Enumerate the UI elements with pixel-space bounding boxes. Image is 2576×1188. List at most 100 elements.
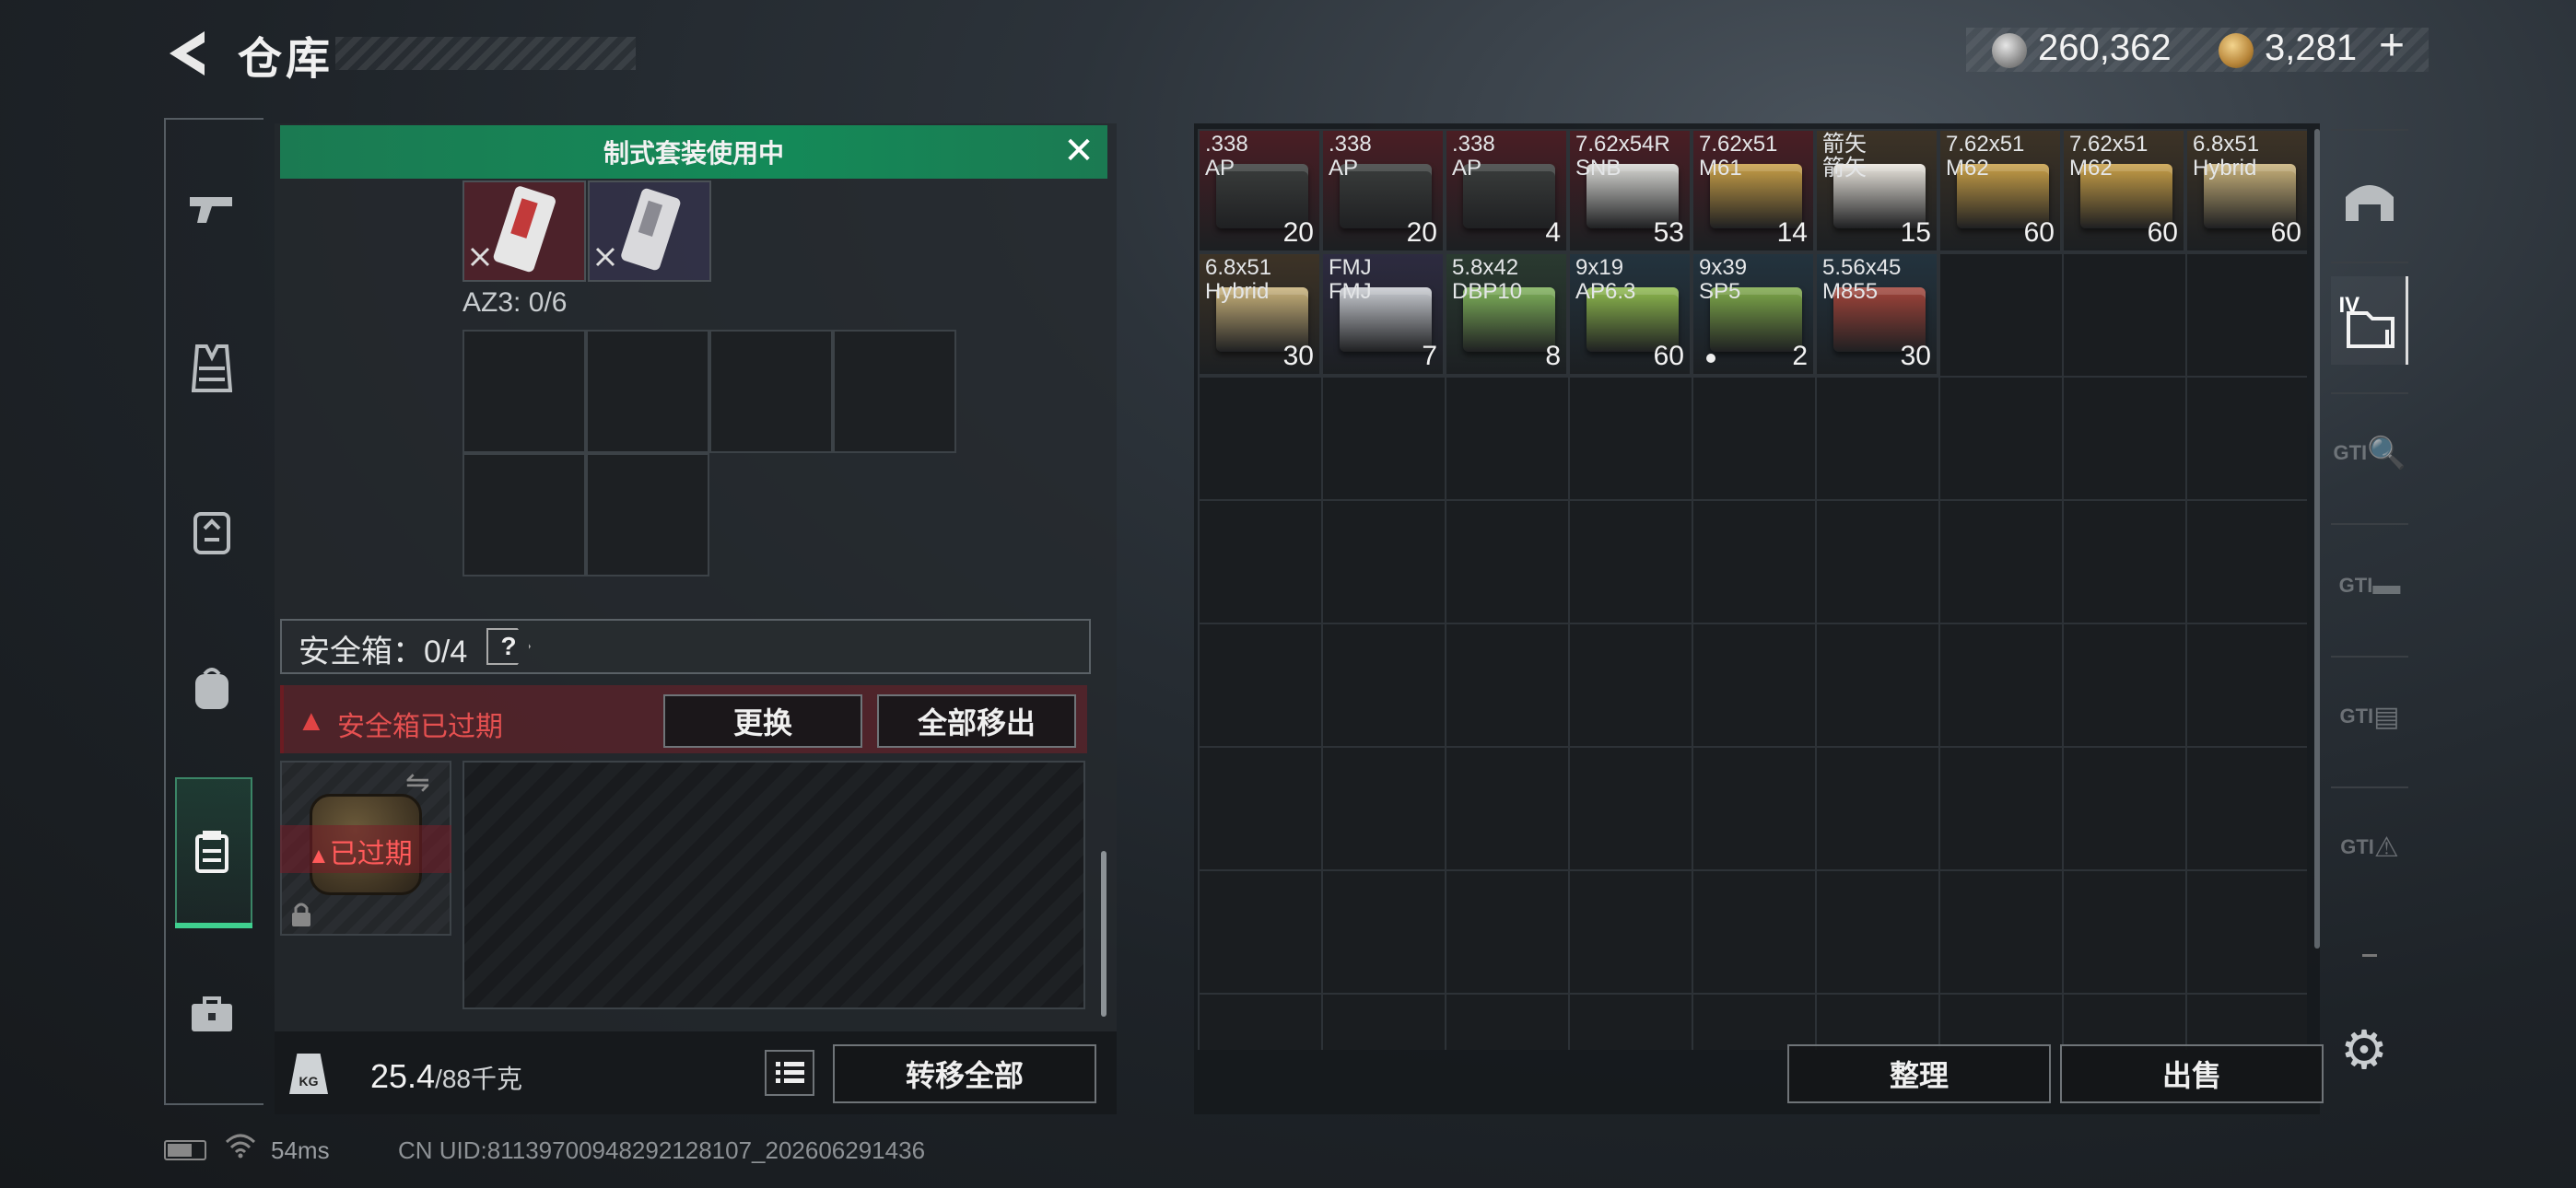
- stash-item-name: .338 AP: [1205, 132, 1248, 181]
- safe-box-grid: [463, 761, 1085, 1009]
- right-nav-tab-iv-active[interactable]: IV: [2331, 276, 2408, 365]
- transfer-all-button[interactable]: 转移全部: [833, 1044, 1096, 1103]
- sell-button[interactable]: 出售: [2060, 1044, 2324, 1103]
- toolbox-icon[interactable]: [184, 987, 240, 1042]
- right-nav-divider: [2331, 262, 2408, 263]
- shelter-icon[interactable]: [2331, 155, 2408, 243]
- loadout-scrollbar[interactable]: [1101, 851, 1107, 1017]
- stash-item-quantity: 14: [1776, 217, 1808, 248]
- right-nav-tab-gti-4[interactable]: GTI ⚠: [2331, 803, 2408, 891]
- vest-icon[interactable]: [184, 341, 240, 396]
- az3-slot[interactable]: [463, 453, 586, 577]
- equipped-item-slot[interactable]: [588, 181, 711, 282]
- stash-item-quantity: 7: [1422, 341, 1437, 371]
- close-icon[interactable]: ✕: [1060, 133, 1098, 171]
- right-nav-tab-gti-1[interactable]: GTI 🔍: [2331, 409, 2408, 497]
- gold-currency-amount: 3,281: [2265, 28, 2358, 68]
- gold-coin-icon: [2219, 33, 2254, 68]
- armor-icon[interactable]: [184, 505, 240, 560]
- currency-bar: [1966, 28, 2429, 72]
- stash-item-quantity: 53: [1653, 217, 1684, 248]
- equipped-item-slot[interactable]: [463, 181, 586, 282]
- stash-item-name: 7.62x51 M62: [2069, 132, 2149, 181]
- stash-item[interactable]: 5.8x42 DBP10 8: [1445, 252, 1568, 376]
- stash-item[interactable]: 箭矢 箭矢 15: [1815, 129, 1938, 252]
- stash-item-quantity: 30: [1282, 341, 1314, 371]
- pistol-icon[interactable]: [184, 181, 240, 236]
- right-nav-divider: [2331, 129, 2408, 131]
- collapse-handle[interactable]: [2362, 954, 2377, 957]
- gear-icon[interactable]: ⚙: [2340, 1019, 2388, 1081]
- stash-item-name: 7.62x51 M62: [1946, 132, 2025, 181]
- stash-item[interactable]: 6.8x51 Hybrid 30: [1198, 252, 1321, 376]
- stash-item[interactable]: 9x19 AP6.3 60: [1568, 252, 1692, 376]
- safe-box-label: 安全箱：0/4: [299, 635, 468, 670]
- add-currency-button[interactable]: +: [2379, 20, 2405, 71]
- stash-item[interactable]: 6.8x51 Hybrid 60: [2185, 129, 2307, 252]
- safe-box-expired-text: 安全箱已过期: [337, 712, 503, 742]
- carry-weight: 25.4/88千克: [370, 1057, 522, 1096]
- battery-icon: [164, 1140, 206, 1160]
- az3-slot[interactable]: [586, 330, 709, 453]
- list-icon[interactable]: [765, 1050, 814, 1096]
- safe-case-icon[interactable]: [184, 825, 240, 880]
- lock-icon: [289, 901, 313, 935]
- ammo-pouch-icon: [470, 186, 556, 273]
- silver-currency-amount: 260,362: [2038, 28, 2172, 68]
- stash-item-quantity: 20: [1406, 217, 1437, 248]
- stash-item-name: 6.8x51 Hybrid: [2193, 132, 2260, 181]
- stash-item-name: FMJ FMJ: [1329, 255, 1372, 304]
- stash-item[interactable]: FMJ FMJ 7: [1321, 252, 1445, 376]
- sort-button[interactable]: 整理: [1787, 1044, 2051, 1103]
- carry-weight-current: 25.4: [370, 1057, 436, 1095]
- stash-item-name: .338 AP: [1329, 132, 1372, 181]
- weapon-search-icon: 🔍: [2367, 436, 2406, 471]
- stash-item-name: .338 AP: [1452, 132, 1495, 181]
- stash-item-quantity: 60: [2270, 217, 2301, 248]
- stash-grid: .338 AP 20 .338 AP 20 .338 AP 4 7.62x54R SNB 53…: [1198, 129, 2307, 1050]
- az3-slot[interactable]: [833, 330, 956, 453]
- page-title: 仓库: [238, 35, 334, 84]
- warning-icon: ▲: [297, 704, 326, 737]
- stash-item-name: 9x19 AP6.3: [1575, 255, 1636, 304]
- rifle-icon: ▬: [2372, 570, 2401, 600]
- marked-dot-icon: [1706, 354, 1715, 363]
- backpack-icon[interactable]: [184, 661, 240, 716]
- stash-item[interactable]: 7.62x51 M62 60: [1938, 129, 2062, 252]
- carry-weight-max: /88千克: [435, 1065, 523, 1093]
- right-nav-tab-gti-2[interactable]: GTI ▬: [2331, 542, 2408, 630]
- stash-item-name: 7.62x51 M61: [1699, 132, 1778, 181]
- stash-item[interactable]: .338 AP 20: [1198, 129, 1321, 252]
- tab-label: GTI: [2338, 574, 2373, 597]
- stash-item[interactable]: 7.62x51 M61 14: [1692, 129, 1815, 252]
- stash-item-quantity: 60: [2023, 217, 2055, 248]
- stash-item-name: 5.56x45 M855: [1822, 255, 1902, 304]
- stash-item-quantity: 8: [1545, 341, 1561, 371]
- stash-item-name: 6.8x51 Hybrid: [1205, 255, 1272, 304]
- right-nav-divider: [2331, 523, 2408, 525]
- stash-item-quantity: 4: [1545, 217, 1561, 248]
- tab-label: GTI: [2340, 835, 2374, 858]
- folder-icon: [2346, 311, 2395, 348]
- stash-item[interactable]: .338 AP 20: [1321, 129, 1445, 252]
- stash-item-quantity: 60: [1653, 341, 1684, 371]
- az3-slot[interactable]: [709, 330, 833, 453]
- stash-item[interactable]: 9x39 SP5 2: [1692, 252, 1815, 376]
- stash-scrollbar[interactable]: [2314, 129, 2320, 949]
- stash-item[interactable]: 7.62x54R SNB 53: [1568, 129, 1692, 252]
- stash-item-quantity: 15: [1900, 217, 1931, 248]
- swap-arrows-icon[interactable]: ⇋: [405, 764, 430, 799]
- user-uid: CN UID:8113970094829212810​7_20260629143…: [398, 1136, 926, 1164]
- swap-button[interactable]: 更换: [663, 694, 862, 748]
- right-nav-tab-gti-3[interactable]: GTI ▤: [2331, 672, 2408, 761]
- stash-item[interactable]: 5.56x45 M855 30: [1815, 252, 1938, 376]
- move-all-out-button[interactable]: 全部移出: [877, 694, 1076, 748]
- stash-item[interactable]: 7.62x51 M62 60: [2062, 129, 2185, 252]
- az3-slot[interactable]: [463, 330, 586, 453]
- stash-item[interactable]: .338 AP 4: [1445, 129, 1568, 252]
- az3-slot[interactable]: [586, 453, 709, 577]
- ping-label: 54ms: [271, 1136, 330, 1164]
- back-arrow-icon[interactable]: [164, 28, 212, 79]
- right-nav-divider: [2331, 656, 2408, 658]
- wifi-icon: [225, 1133, 256, 1165]
